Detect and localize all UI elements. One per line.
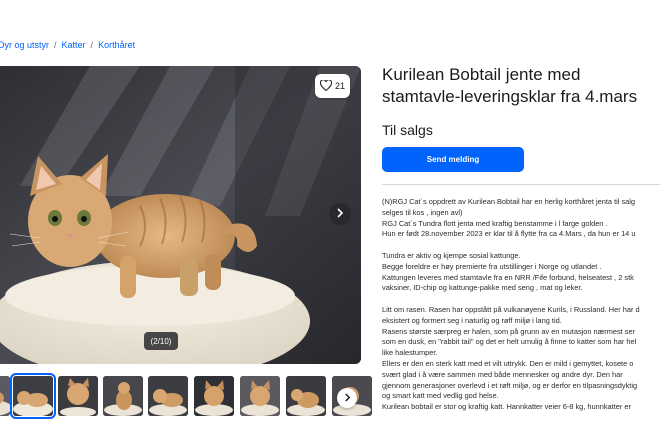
breadcrumb-item-dyr-og-utstyr[interactable]: Dyr og utstyr [0,40,49,50]
breadcrumb-item-katter[interactable]: Katter [62,40,86,50]
kitten-photo [0,66,361,364]
description-line: eksistert og formert seg i naturlig og r… [382,315,562,325]
thumbnail[interactable] [286,376,326,416]
thumbnails-next-button[interactable] [337,388,357,408]
description-line: RGJ Cat´s Tundra flott jenta med kraftig… [382,218,608,228]
description-line: gjennom generasjoner overlevd i et røft … [382,380,638,390]
thumbnail[interactable] [148,376,188,416]
description-line: selges til kos , ingen avl) [382,207,463,217]
description-line: Begge foreldre er høy premierte fra utst… [382,261,602,271]
description-line: Ellers er den en sterk katt med et vilt … [382,358,634,368]
description-line: vaksiner, ID-chip og kattunge-pakke med … [382,283,583,293]
image-counter: (2/10) [144,332,178,350]
description-line: Litt om rasen. Rasen har oppstått på vul… [382,304,640,314]
favorite-button[interactable]: 21 [315,74,350,98]
breadcrumb-separator: / [90,40,94,50]
listing-status: Til salgs [382,122,433,138]
description-line: Tundra er aktiv og kjempe sosial kattung… [382,250,521,260]
thumbnail[interactable] [103,376,143,416]
listing-title: Kurilean Bobtail jente med stamtavle-lev… [382,64,660,108]
description-line: (N)RGJ Cat´s oppdrett av Kurilean Bobtai… [382,197,636,206]
divider [382,184,660,185]
chevron-right-icon [336,205,344,223]
description-line: svært glad i å være sammen med både menn… [382,369,623,379]
listing-title-line2: stamtavle-leveringsklar fra 4.mars [382,87,638,106]
description-line: og smart katt med vedlig god helse. [382,391,499,401]
listing-description: (N)RGJ Cat´s oppdrett av Kurilean Bobtai… [382,197,660,428]
thumbnail-active[interactable] [10,373,56,419]
favorite-count: 21 [334,81,345,91]
description-line: Rasens største særpreg er halen, som på … [382,326,636,336]
breadcrumb: Dyr og utstyr / Katter / Korthåret [0,40,135,50]
main-photo[interactable] [0,66,361,364]
heart-icon [319,78,332,93]
description-line: som en dusk, en "rabbit tail" og det er … [382,337,637,347]
breadcrumb-separator: / [54,40,57,50]
description-line: Kurilean bobtail er stor og kraftig katt… [382,402,631,412]
thumbnail[interactable] [194,376,234,416]
description-line [382,240,660,251]
next-image-button[interactable] [329,203,351,225]
thumbnail[interactable] [58,376,98,416]
chevron-right-icon [344,389,351,407]
description-line: like halestumper. [382,348,438,358]
breadcrumb-item-korthaaret[interactable]: Korthåret [98,40,135,50]
thumbnail[interactable] [240,376,280,416]
thumbnail[interactable] [0,376,10,416]
description-line: Kattungen leveres med stamtavle fra en N… [382,272,634,282]
thumbnail-strip [0,373,372,419]
listing-title-line1: Kurilean Bobtail jente med [382,65,581,84]
description-line [382,294,660,305]
send-message-button[interactable]: Send melding [382,147,524,172]
description-line: Hun er født 28.november 2023 er klar til… [382,229,636,239]
